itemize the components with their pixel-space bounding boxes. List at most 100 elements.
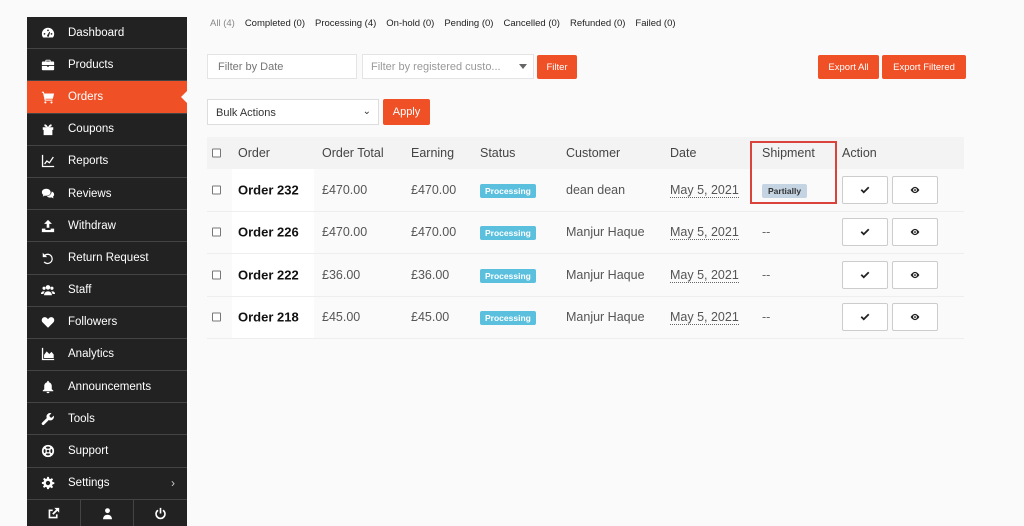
sidebar-item-products[interactable]: Products (27, 49, 187, 82)
row-checkbox[interactable] (212, 227, 221, 237)
order-date: May 5, 2021 (670, 267, 739, 283)
status-badge: Processing (480, 183, 536, 198)
cart-icon (40, 89, 56, 105)
header-customer: Customer (566, 146, 621, 160)
sidebar-item-dashboard[interactable]: Dashboard (27, 17, 187, 50)
table-row: Order 222 £36.00 £36.00 Processing Manju… (207, 254, 964, 297)
sidebar-item-label: Staff (68, 284, 92, 297)
status-filter-all[interactable]: All (4) (210, 18, 235, 29)
order-number-link[interactable]: Order 232 (238, 182, 299, 197)
status-filter-cancelled[interactable]: Cancelled (0) (503, 18, 560, 29)
area-chart-icon (40, 346, 56, 362)
checkmark-icon (860, 313, 870, 321)
shipment-empty: -- (762, 267, 771, 282)
order-number-link[interactable]: Order 218 (238, 310, 299, 325)
status-filter-processing[interactable]: Processing (4) (315, 18, 376, 29)
status-filter-failed[interactable]: Failed (0) (635, 18, 675, 29)
header-date: Date (670, 146, 697, 160)
complete-order-button[interactable] (842, 260, 888, 289)
sidebar-item-analytics[interactable]: Analytics (27, 339, 187, 372)
sidebar-item-return-request[interactable]: Return Request (27, 242, 187, 275)
order-earning: £470.00 (411, 225, 457, 240)
chevron-down-icon: ⌄ (362, 106, 371, 117)
user-icon[interactable] (81, 500, 135, 526)
complete-order-button[interactable] (842, 303, 888, 332)
shipment-empty: -- (762, 310, 771, 325)
sidebar-item-label: Reviews (68, 187, 112, 200)
row-checkbox[interactable] (212, 312, 221, 322)
header-order: Order (238, 146, 270, 160)
apply-button[interactable]: Apply (383, 99, 430, 125)
status-filter-refunded[interactable]: Refunded (0) (570, 18, 625, 29)
order-date: May 5, 2021 (670, 310, 739, 326)
header-action: Action (842, 146, 877, 160)
sidebar-item-reviews[interactable]: Reviews (27, 178, 187, 211)
eye-icon (910, 186, 920, 193)
external-link-icon[interactable] (27, 500, 81, 526)
view-order-button[interactable] (892, 218, 938, 247)
sidebar-item-label: Reports (68, 155, 109, 168)
select-all-checkbox[interactable] (212, 148, 221, 158)
filter-customer-select[interactable]: Filter by registered custo... (362, 54, 534, 79)
sidebar-item-withdraw[interactable]: Withdraw (27, 210, 187, 243)
eye-icon (910, 314, 920, 321)
sidebar-item-label: Followers (68, 316, 118, 329)
bulk-actions-select[interactable]: Bulk Actions ⌄ (207, 99, 379, 125)
wrench-icon (40, 411, 56, 427)
sidebar-item-label: Support (68, 445, 109, 458)
status-badge: Processing (480, 311, 536, 326)
filter-button[interactable]: Filter (537, 55, 577, 79)
sidebar-item-staff[interactable]: Staff (27, 275, 187, 307)
complete-order-button[interactable] (842, 175, 888, 204)
status-filter-on-hold[interactable]: On-hold (0) (386, 18, 434, 29)
sidebar-item-coupons[interactable]: Coupons (27, 114, 187, 146)
order-number-link[interactable]: Order 222 (238, 267, 299, 282)
row-checkbox[interactable] (212, 270, 221, 280)
view-order-button[interactable] (892, 303, 938, 332)
status-filter-completed[interactable]: Completed (0) (245, 18, 305, 29)
complete-order-button[interactable] (842, 218, 888, 247)
header-status: Status (480, 146, 516, 160)
sidebar-item-announcements[interactable]: Announcements (27, 371, 187, 404)
order-total: £45.00 (322, 310, 361, 325)
caret-down-icon (519, 64, 527, 69)
export-filtered-button[interactable]: Export Filtered (882, 55, 966, 79)
header-earning: Earning (411, 146, 455, 160)
view-order-button[interactable] (892, 175, 938, 204)
table-row: Order 232 £470.00 £470.00 Processing dea… (207, 169, 964, 212)
bulk-actions-label: Bulk Actions (216, 107, 276, 119)
customer-name: Manjur Haque (566, 267, 645, 282)
view-order-button[interactable] (892, 260, 938, 289)
sidebar-item-orders[interactable]: Orders (27, 81, 188, 114)
header-order-total: Order Total (322, 146, 384, 160)
export-all-button[interactable]: Export All (818, 55, 879, 79)
heart-icon (40, 314, 56, 330)
order-total: £36.00 (322, 267, 361, 282)
bell-icon (40, 379, 56, 395)
gear-icon (40, 475, 56, 491)
status-badge: Processing (480, 226, 536, 241)
table-header: Order Order Total Earning Status Custome… (207, 137, 964, 169)
sidebar-item-label: Products (68, 58, 114, 71)
order-number-link[interactable]: Order 226 (238, 225, 299, 240)
order-status-filters: All (4) Completed (0) Processing (4) On-… (210, 18, 676, 29)
sidebar-item-followers[interactable]: Followers (27, 307, 187, 339)
checkmark-icon (860, 186, 870, 194)
line-chart-icon (40, 153, 56, 169)
order-earning: £45.00 (411, 310, 450, 325)
sidebar-item-settings[interactable]: Settings › (27, 468, 187, 500)
order-earning: £470.00 (411, 182, 457, 197)
status-filter-pending[interactable]: Pending (0) (444, 18, 493, 29)
sidebar-item-support[interactable]: Support (27, 435, 187, 468)
power-icon[interactable] (134, 500, 187, 526)
sidebar-item-reports[interactable]: Reports (27, 146, 187, 178)
row-checkbox[interactable] (212, 185, 221, 195)
customer-name: Manjur Haque (566, 225, 645, 240)
gift-icon (40, 121, 56, 137)
filter-date-input[interactable] (207, 54, 357, 79)
customer-name: Manjur Haque (566, 310, 645, 325)
sidebar-item-tools[interactable]: Tools (27, 403, 187, 436)
comments-icon (40, 186, 56, 202)
order-earning: £36.00 (411, 267, 450, 282)
status-badge: Processing (480, 268, 536, 283)
